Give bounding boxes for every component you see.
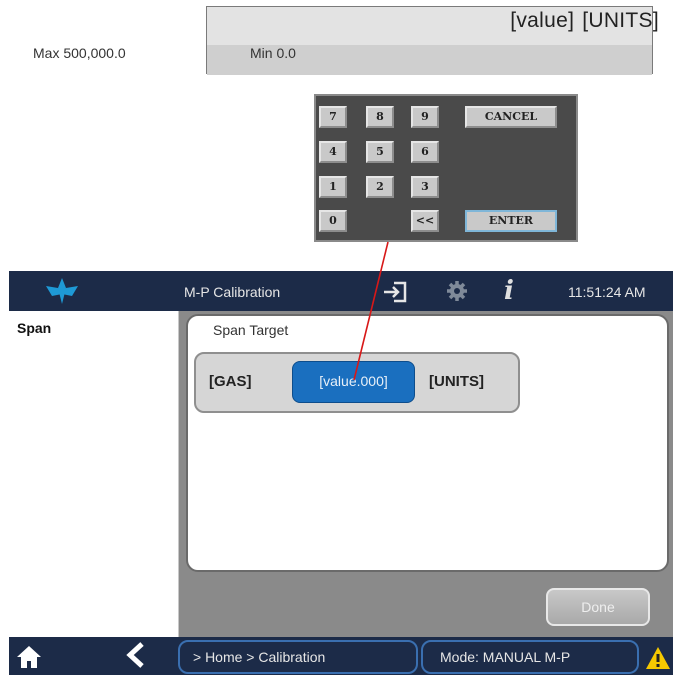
value-readout-value: [value] [510,9,575,32]
done-button-label: Done [581,599,615,615]
back-icon[interactable] [125,642,147,668]
mode-text: Mode: MANUAL M-P [440,649,571,665]
span-value-field[interactable]: [value.000] [292,361,415,403]
key-3[interactable]: 3 [411,176,439,198]
span-value-text: [value.000] [319,373,388,389]
key-7[interactable]: 7 [319,106,347,128]
logo-icon [46,278,78,304]
max-value-label: Max 500,000.0 [33,45,126,61]
cancel-button[interactable]: CANCEL [465,106,557,128]
sidebar: Span [9,311,179,637]
value-readout: [value] [UNITS] [502,9,659,33]
sidebar-item-span[interactable]: Span [9,311,178,347]
key-2[interactable]: 2 [366,176,394,198]
breadcrumb: > Home > Calibration [178,640,418,674]
backspace-key[interactable]: << [411,210,439,232]
clock: 11:51:24 AM [568,284,646,300]
mode-indicator: Mode: MANUAL M-P [421,640,639,674]
sidebar-item-label: Span [17,320,52,336]
enter-button[interactable]: ENTER [465,210,557,232]
gear-icon[interactable] [446,280,468,302]
key-4[interactable]: 4 [319,141,347,163]
panel-title: Span Target [213,322,289,338]
key-5[interactable]: 5 [366,141,394,163]
sign-in-icon[interactable] [382,280,408,304]
breadcrumb-text: > Home > Calibration [193,649,326,665]
units-label: [UNITS] [429,373,484,390]
numeric-keypad: 7 8 9 CANCEL 4 5 6 1 2 3 0 << ENTER [314,94,578,242]
key-9[interactable]: 9 [411,106,439,128]
key-8[interactable]: 8 [366,106,394,128]
key-1[interactable]: 1 [319,176,347,198]
info-icon[interactable]: i [504,276,520,306]
window-title: M-P Calibration [184,284,281,300]
key-6[interactable]: 6 [411,141,439,163]
done-button[interactable]: Done [546,588,650,626]
value-readout-units: [UNITS] [582,9,659,32]
min-value-label: Min 0.0 [250,45,296,61]
key-0[interactable]: 0 [319,210,347,232]
gas-label: [GAS] [209,373,252,390]
home-icon[interactable] [16,645,42,669]
warning-icon[interactable] [645,646,671,670]
